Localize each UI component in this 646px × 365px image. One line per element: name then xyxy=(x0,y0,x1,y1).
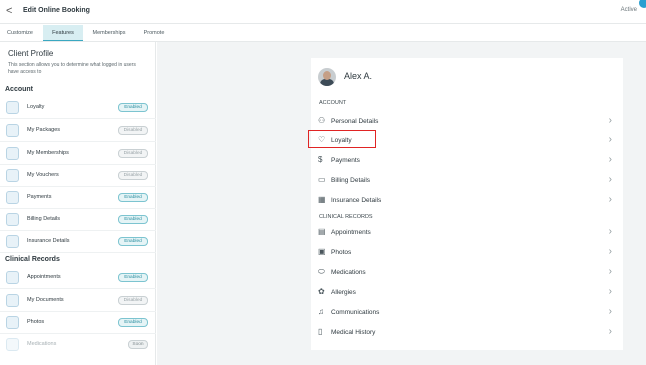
back-arrow-icon[interactable]: < xyxy=(6,5,12,17)
preview-row-insurance-details[interactable]: ▦ Insurance Details › xyxy=(311,190,623,210)
user-icon: ⚇ xyxy=(318,116,326,125)
setting-row-appointments: Appointments Enabled xyxy=(0,267,156,289)
section-description: This section allows you to determine wha… xyxy=(8,62,136,75)
photo-icon xyxy=(6,316,19,329)
dollar-icon xyxy=(6,191,19,204)
preview-row-medical-history[interactable]: ▯ Medical History › xyxy=(311,322,623,342)
tab-bar: Customize Features Memberships Promote xyxy=(0,25,646,42)
active-label: Active xyxy=(620,7,637,13)
chevron-right-icon: › xyxy=(608,134,612,145)
photo-icon: ▣ xyxy=(318,247,326,256)
status-badge[interactable]: Enabled xyxy=(118,273,148,282)
preview-row-appointments[interactable]: ▤ Appointments › xyxy=(311,222,623,242)
avatar xyxy=(318,68,336,86)
chevron-right-icon: › xyxy=(608,174,612,185)
preview-row-personal-details[interactable]: ⚇ Personal Details › xyxy=(311,111,623,131)
dollar-icon: $ xyxy=(318,155,323,164)
user-name: Alex A. xyxy=(344,71,373,81)
status-badge[interactable]: Disabled xyxy=(118,126,148,135)
chevron-right-icon: › xyxy=(608,266,612,277)
clinical-records-section-label: CLINICAL RECORDS xyxy=(319,214,373,220)
setting-row-medications: Medications Soon xyxy=(0,334,156,356)
card-icon: ▭ xyxy=(318,175,326,184)
setting-row-billing-details: Billing Details Enabled xyxy=(0,209,156,231)
preview-row-billing-details[interactable]: ▭ Billing Details › xyxy=(311,170,623,190)
calendar-icon xyxy=(6,271,19,284)
status-badge[interactable]: Enabled xyxy=(118,215,148,224)
active-status[interactable]: Active xyxy=(621,7,637,13)
history-icon: ▯ xyxy=(318,327,323,336)
preview-row-photos[interactable]: ▣ Photos › xyxy=(311,242,623,262)
building-icon: ▦ xyxy=(318,195,326,204)
tab-features[interactable]: Features xyxy=(43,25,83,41)
voucher-icon xyxy=(6,169,19,182)
chevron-right-icon: › xyxy=(608,246,612,257)
document-icon xyxy=(6,294,19,307)
status-badge[interactable]: Enabled xyxy=(118,318,148,327)
chevron-right-icon: › xyxy=(608,115,612,126)
calendar-icon: ▤ xyxy=(318,227,326,236)
tab-memberships[interactable]: Memberships xyxy=(86,25,132,41)
bell-icon: ♫ xyxy=(318,307,324,316)
pill-icon: ⬭ xyxy=(318,267,325,276)
setting-row-insurance-details: Insurance Details Enabled xyxy=(0,231,156,253)
preview-row-medications[interactable]: ⬭ Medications › xyxy=(311,262,623,282)
tab-customize[interactable]: Customize xyxy=(0,25,40,41)
status-badge: Soon xyxy=(128,340,148,349)
tab-promote[interactable]: Promote xyxy=(137,25,171,41)
status-badge[interactable]: Enabled xyxy=(118,237,148,246)
highlight-box xyxy=(308,130,376,148)
preview-row-payments[interactable]: $ Payments › xyxy=(311,150,623,170)
chevron-right-icon: › xyxy=(608,226,612,237)
setting-row-payments: Payments Enabled xyxy=(0,187,156,209)
client-profile-settings: Client Profile This section allows you t… xyxy=(0,42,156,365)
status-badge[interactable]: Enabled xyxy=(118,103,148,112)
setting-row-my-documents: My Documents Disabled xyxy=(0,290,156,312)
preview-row-allergies[interactable]: ✿ Allergies › xyxy=(311,282,623,302)
chevron-right-icon: › xyxy=(608,286,612,297)
active-toggle-icon[interactable] xyxy=(639,0,646,8)
account-section-label: ACCOUNT xyxy=(319,100,347,106)
pill-icon xyxy=(6,338,19,351)
chevron-right-icon: › xyxy=(608,306,612,317)
membership-icon xyxy=(6,147,19,160)
account-heading: Account xyxy=(5,86,33,93)
package-icon xyxy=(6,124,19,137)
setting-row-photos: Photos Enabled xyxy=(0,312,156,334)
setting-row-my-memberships: My Memberships Disabled xyxy=(0,143,156,165)
card-icon xyxy=(6,213,19,226)
chevron-right-icon: › xyxy=(608,194,612,205)
preview-row-communications[interactable]: ♫ Communications › xyxy=(311,302,623,322)
page-title: Edit Online Booking xyxy=(23,7,90,14)
status-badge[interactable]: Disabled xyxy=(118,296,148,305)
top-bar: < Edit Online Booking Active xyxy=(0,0,646,24)
building-icon xyxy=(6,235,19,248)
chevron-right-icon: › xyxy=(608,154,612,165)
status-badge[interactable]: Disabled xyxy=(118,171,148,180)
section-title: Client Profile xyxy=(8,49,54,58)
clinical-records-heading: Clinical Records xyxy=(5,256,60,263)
setting-row-loyalty: Loyalty Enabled xyxy=(0,97,156,119)
chevron-right-icon: › xyxy=(608,326,612,337)
heart-icon xyxy=(6,101,19,114)
status-badge[interactable]: Enabled xyxy=(118,193,148,202)
allergy-icon: ✿ xyxy=(318,287,325,296)
status-badge[interactable]: Disabled xyxy=(118,149,148,158)
setting-row-my-vouchers: My Vouchers Disabled xyxy=(0,165,156,187)
setting-row-my-packages: My Packages Disabled xyxy=(0,120,156,142)
